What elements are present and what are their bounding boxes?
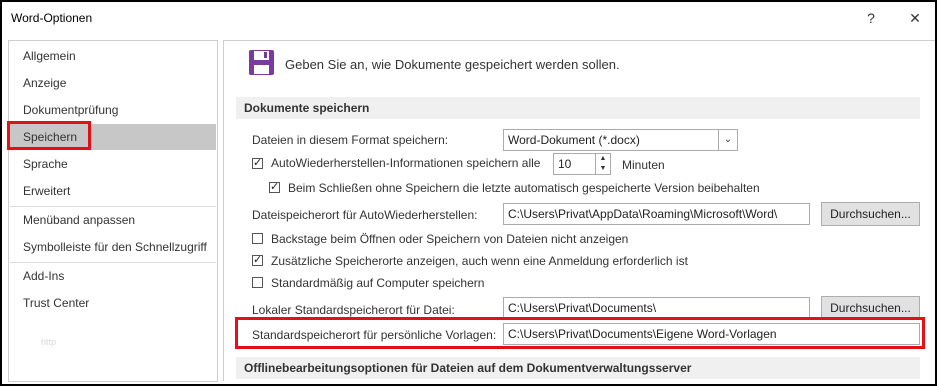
autorecover-minutes-value: 10 (558, 157, 572, 171)
sidebar-item-schnellzugriff[interactable]: Symbolleiste für den Schnellzugriff (10, 234, 216, 260)
dialog-title: Word-Optionen (11, 11, 93, 25)
keep-last-version-label: Beim Schließen ohne Speichern die letzte… (288, 181, 760, 195)
default-computer-label: Standardmäßig auf Computer speichern (271, 276, 485, 290)
minutes-label: Minuten (622, 158, 665, 172)
sidebar-item-erweitert[interactable]: Erweitert (10, 178, 216, 204)
sidebar-nav: Allgemein Anzeige Dokumentprüfung Speich… (8, 40, 218, 382)
format-select[interactable]: Word-Dokument (*.docx) ⌄ (503, 129, 738, 151)
autorecover-checkbox[interactable]: ✓ (252, 157, 263, 169)
checkmark-icon: ✓ (270, 181, 280, 193)
sidebar-item-menueband[interactable]: Menüband anpassen (10, 207, 216, 233)
checkmark-icon: ✓ (253, 254, 263, 266)
autorecover-path-label: Dateispeicherort für AutoWiederherstelle… (252, 208, 478, 222)
default-computer-checkbox[interactable] (252, 277, 263, 288)
section-header-offline-editing: Offlinebearbeitungsoptionen für Dateien … (236, 357, 920, 379)
faint-watermark-text: http (41, 337, 57, 347)
browse-autorecover-button[interactable]: Durchsuchen... (821, 202, 920, 226)
word-options-dialog: Word-Optionen ? ✕ Allgemein Anzeige Doku… (0, 0, 937, 386)
autorecover-label: AutoWiederherstellen-Informationen speic… (271, 156, 541, 170)
sidebar-item-sprache[interactable]: Sprache (10, 151, 216, 177)
highlight-templates-row (235, 317, 925, 349)
local-default-path-label: Lokaler Standardspeicherort für Datei: (252, 303, 455, 317)
title-bar: Word-Optionen ? ✕ (2, 2, 935, 36)
spin-down-icon[interactable]: ▼ (596, 164, 610, 174)
spin-buttons[interactable]: ▲ ▼ (595, 154, 610, 174)
page-description: Geben Sie an, wie Dokumente gespeichert … (285, 57, 620, 72)
help-button[interactable]: ? (858, 6, 884, 30)
keep-last-version-checkbox[interactable]: ✓ (269, 181, 280, 193)
backstage-label: Backstage beim Öffnen oder Speichern von… (271, 232, 629, 246)
section-header-save-documents: Dokumente speichern (236, 97, 920, 119)
autorecover-minutes-stepper[interactable]: 10 ▲ ▼ (553, 153, 611, 175)
format-label: Dateien in diesem Format speichern: (252, 133, 449, 147)
checkmark-icon: ✓ (253, 157, 263, 169)
sidebar-item-dokumentpruefung[interactable]: Dokumentprüfung (10, 97, 216, 123)
close-button[interactable]: ✕ (902, 6, 928, 30)
save-disk-icon (249, 50, 274, 75)
extra-locations-label: Zusätzliche Speicherorte anzeigen, auch … (271, 254, 688, 268)
local-default-path-input[interactable]: C:\Users\Privat\Documents\ (503, 297, 810, 319)
highlight-speichern (7, 121, 91, 150)
sidebar-item-anzeige[interactable]: Anzeige (10, 70, 216, 96)
chevron-down-icon[interactable]: ⌄ (718, 130, 737, 150)
spin-up-icon[interactable]: ▲ (596, 154, 610, 164)
sidebar-item-allgemein[interactable]: Allgemein (10, 43, 216, 69)
backstage-checkbox[interactable] (252, 233, 263, 244)
sidebar-item-add-ins[interactable]: Add-Ins (10, 263, 216, 289)
extra-locations-checkbox[interactable]: ✓ (252, 254, 263, 266)
sidebar-item-trust-center[interactable]: Trust Center (10, 290, 216, 316)
autorecover-path-input[interactable]: C:\Users\Privat\AppData\Roaming\Microsof… (503, 203, 810, 225)
format-select-value: Word-Dokument (*.docx) (508, 133, 640, 147)
